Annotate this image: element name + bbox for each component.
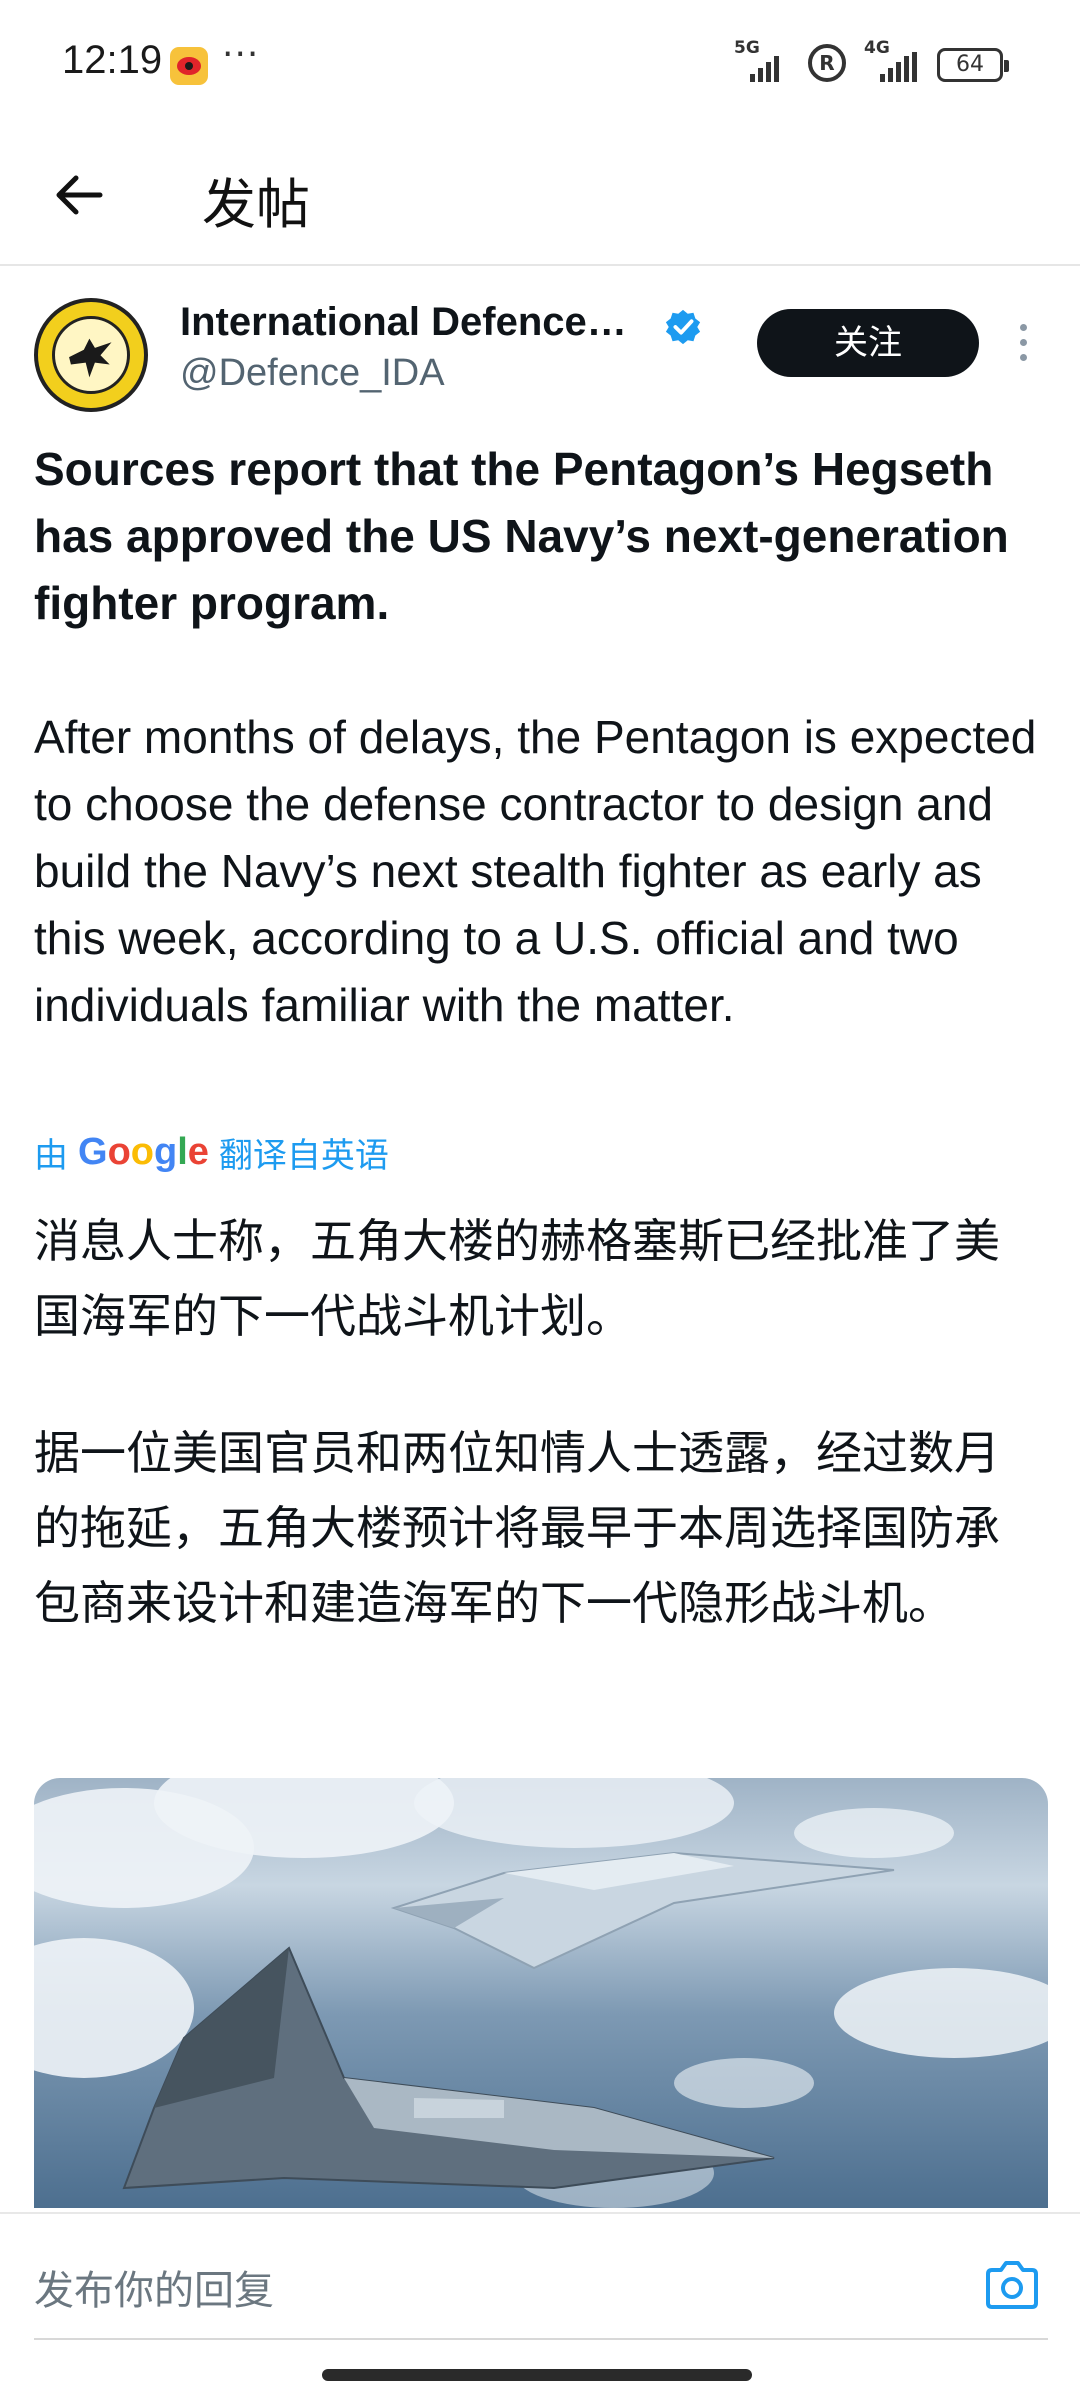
author-handle[interactable]: @Defence_IDA bbox=[180, 352, 445, 395]
google-logo-icon: Google bbox=[78, 1131, 209, 1173]
translated-headline: 消息人士称，五角大楼的赫格塞斯已经批准了美国海军的下一代战斗机计划。 bbox=[34, 1214, 1000, 1343]
arrow-left-icon[interactable] bbox=[50, 165, 110, 225]
translate-suffix: 翻译自英语 bbox=[218, 1136, 389, 1176]
roaming-icon: R bbox=[808, 44, 846, 82]
verified-badge-icon bbox=[665, 309, 701, 345]
more-options-icon[interactable] bbox=[1016, 324, 1030, 370]
status-bar: 12:19 ··· 5G R 4G 64 bbox=[0, 0, 1080, 130]
reply-bar: 发布你的回复 bbox=[0, 2212, 1080, 2340]
more-notifications-icon: ··· bbox=[222, 34, 260, 75]
top-app-bar: 发帖 bbox=[0, 130, 1080, 266]
camera-icon[interactable] bbox=[984, 2260, 1040, 2310]
avatar[interactable] bbox=[34, 298, 148, 412]
reply-input[interactable]: 发布你的回复 bbox=[34, 2258, 274, 2316]
author-name[interactable]: International Defence… bbox=[180, 300, 627, 345]
status-time: 12:19 bbox=[62, 38, 163, 82]
post-body: After months of delays, the Pentagon is … bbox=[34, 711, 1037, 1031]
weibo-notification-icon bbox=[170, 47, 208, 85]
translation-attribution[interactable]: 由 Google 翻译自英语 bbox=[34, 1128, 389, 1177]
page-title: 发帖 bbox=[202, 173, 310, 236]
post-headline: Sources report that the Pentagon’s Hegse… bbox=[34, 443, 1009, 629]
home-indicator[interactable] bbox=[322, 2369, 752, 2381]
follow-button[interactable]: 关注 bbox=[757, 309, 979, 377]
reply-divider bbox=[34, 2338, 1048, 2340]
translated-body: 据一位美国官员和两位知情人士透露，经过数月的拖延，五角大楼预计将最早于本周选择国… bbox=[34, 1426, 1000, 1630]
eagle-logo-icon bbox=[69, 338, 112, 378]
battery-icon: 64 bbox=[937, 48, 1009, 82]
fighter-jet-illustration bbox=[122, 1851, 895, 2190]
translate-prefix: 由 bbox=[34, 1136, 68, 1176]
post-image[interactable] bbox=[34, 1778, 1048, 2208]
